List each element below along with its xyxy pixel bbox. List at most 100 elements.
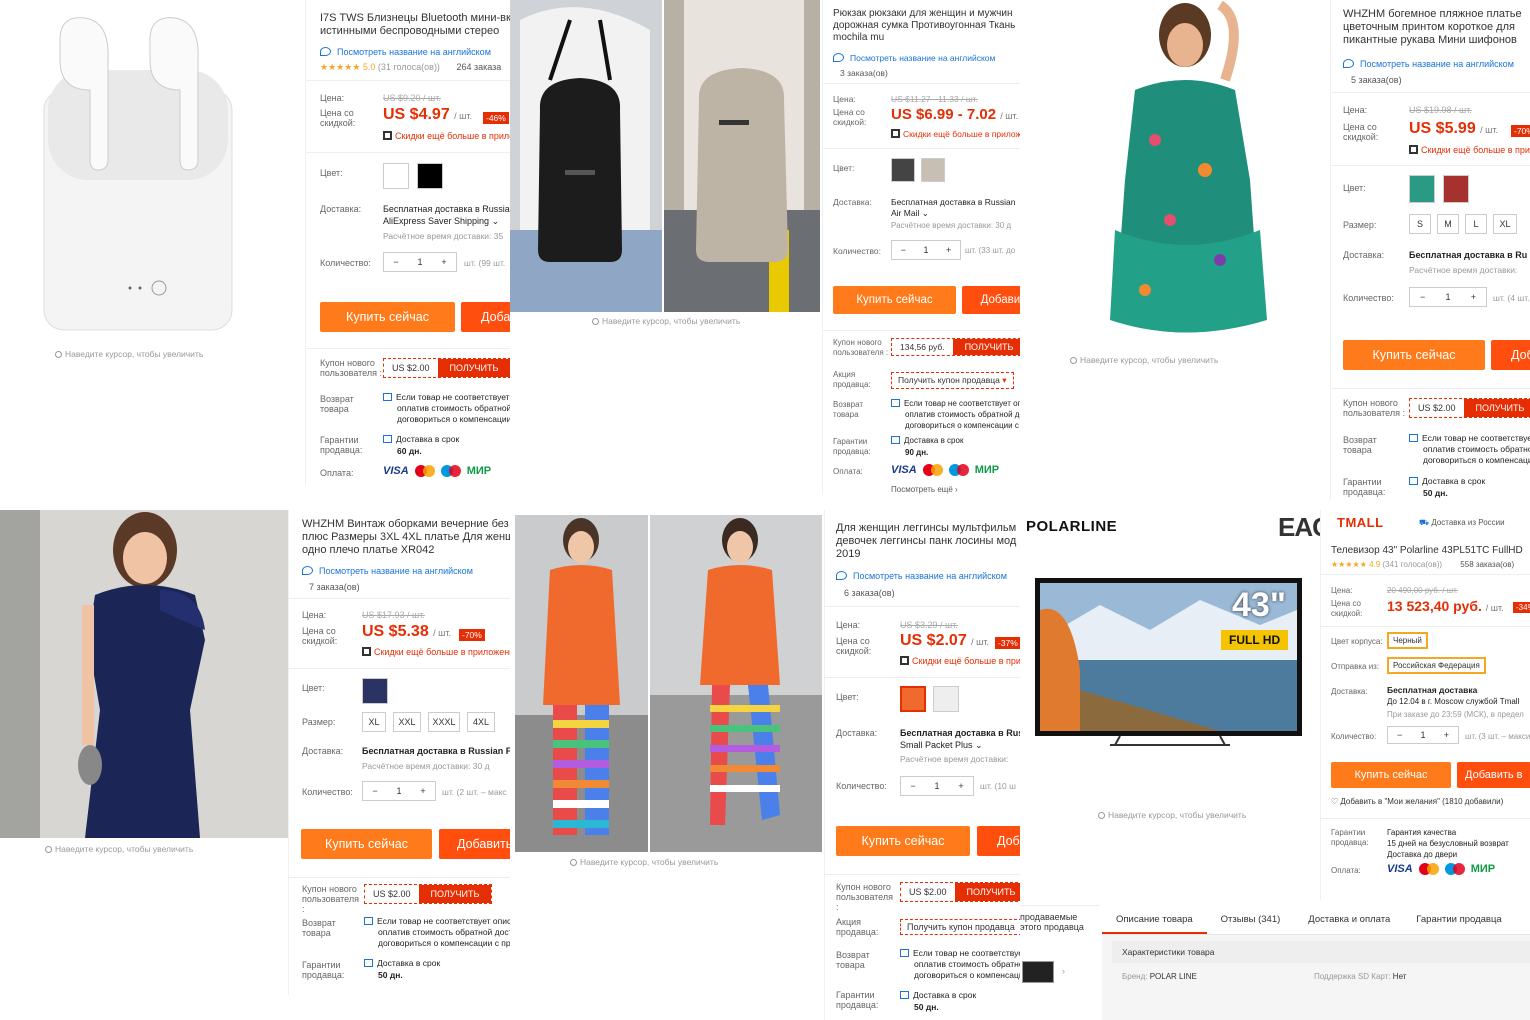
size-xxl[interactable]: XXL xyxy=(393,712,421,732)
get-coupon-button[interactable]: ПОЛУЧИТЬ xyxy=(437,359,510,377)
quantity-stepper[interactable]: −1 + xyxy=(1409,287,1487,307)
return-label: Возврат товара xyxy=(320,394,354,414)
add-to-cart-button[interactable]: Добавить xyxy=(461,302,510,332)
get-coupon-button[interactable]: ПОЛУЧИТЬ xyxy=(954,883,1020,901)
add-to-cart-button[interactable]: Добавить в xyxy=(1457,762,1530,788)
color-green[interactable] xyxy=(1409,175,1435,203)
plus-button[interactable]: + xyxy=(1461,292,1486,302)
buy-now-button[interactable]: Купить сейчас xyxy=(320,302,455,332)
quantity-stepper[interactable]: −1 + xyxy=(362,781,436,801)
size-l[interactable]: L xyxy=(1465,214,1487,234)
english-name-link[interactable]: Посмотреть название на английском xyxy=(836,570,1007,582)
quantity-stepper[interactable]: −1 + xyxy=(891,240,961,260)
size-xl[interactable]: XL xyxy=(1493,214,1517,234)
get-coupon-button[interactable]: ПОЛУЧИТЬ xyxy=(418,885,492,903)
price-label: Цена: xyxy=(320,93,345,103)
buy-now-button[interactable]: Купить сейчас xyxy=(836,826,970,856)
shipping-method[interactable]: Air Mail ⌄ xyxy=(891,208,929,219)
buy-now-button[interactable]: Купить сейчас xyxy=(833,286,956,314)
add-to-cart-button[interactable]: Добавить xyxy=(962,286,1020,314)
seller-coupon-dropdown[interactable]: Получить купон продавца xyxy=(900,919,1020,935)
tab-shipping[interactable]: Доставка и оплата xyxy=(1294,905,1404,934)
est-delivery: Расчётное время доставки: xyxy=(1409,265,1518,275)
color-white[interactable] xyxy=(383,163,409,189)
minus-button[interactable]: − xyxy=(384,257,408,267)
plus-button[interactable]: + xyxy=(937,245,960,255)
english-name-link[interactable]: Посмотреть название на английском xyxy=(833,52,995,64)
boho-dress-image[interactable] xyxy=(1045,0,1335,350)
backpack-image-black[interactable] xyxy=(510,0,662,312)
english-name-link[interactable]: Посмотреть название на английском xyxy=(1343,58,1514,70)
shipping-method[interactable]: AliExpress Saver Shipping ⌄ xyxy=(383,216,499,227)
quantity-stepper[interactable]: −1 + xyxy=(383,252,457,272)
quantity-stepper[interactable]: −1 + xyxy=(900,776,974,796)
tab-seller-guarantees[interactable]: Гарантии продавца xyxy=(1404,905,1513,934)
app-discount-link[interactable]: Скидки ещё больше в приложении xyxy=(1409,145,1530,155)
minus-button[interactable]: − xyxy=(892,245,915,255)
app-discount-link[interactable]: Скидки ещё больше в приложении xyxy=(900,656,1020,666)
color-white[interactable] xyxy=(933,686,959,712)
est-delivery: Расчётное время доставки: 30 д xyxy=(362,761,490,771)
coupon[interactable]: US $2.00 ПОЛУЧИТЬ xyxy=(900,882,1020,902)
tv-image[interactable]: POLARLINE EAC 43" FULL HD xyxy=(1020,510,1320,810)
show-more-link[interactable]: Посмотреть ещё › xyxy=(891,485,958,494)
coupon[interactable]: US $2.00 ПОЛУЧИТЬ xyxy=(1409,398,1530,418)
color-beige[interactable] xyxy=(921,158,945,182)
return-policy: Если товар не соответствует описанию, Вы… xyxy=(1409,433,1530,466)
app-discount-link[interactable]: Скидки ещё больше в приложении xyxy=(383,131,510,141)
coupon[interactable]: US $2.00 ПОЛУЧИТЬ xyxy=(383,358,510,378)
add-to-cart-button[interactable]: Добавить xyxy=(439,829,510,859)
size-s[interactable]: S xyxy=(1409,214,1431,234)
plus-button[interactable]: + xyxy=(949,781,973,791)
backpack-image-beige[interactable] xyxy=(664,0,820,312)
minus-button[interactable]: − xyxy=(1410,292,1435,302)
sale-price: US $5.38 / шт. xyxy=(362,623,452,640)
plus-button[interactable]: + xyxy=(1435,730,1458,740)
color-navy[interactable] xyxy=(362,678,388,704)
sale-price: US $5.99 / шт. xyxy=(1409,120,1499,137)
zoom-hint: Наведите курсор, чтобы увеличить xyxy=(1070,355,1218,365)
size-m[interactable]: M xyxy=(1437,214,1459,234)
seller-coupon-dropdown[interactable]: Получить купон продавца ▾ xyxy=(891,372,1014,389)
color-black[interactable] xyxy=(417,163,443,189)
size-4xl[interactable]: 4XL xyxy=(467,712,495,732)
get-coupon-button[interactable]: ПОЛУЧИТЬ xyxy=(1463,399,1530,417)
buy-now-button[interactable]: Купить сейчас xyxy=(1331,762,1451,788)
seller-item-thumb[interactable] xyxy=(1022,961,1054,983)
buy-now-button[interactable]: Купить сейчас xyxy=(301,829,432,859)
shipping-text: Бесплатная доставка в Russian Federation xyxy=(383,204,510,214)
plus-button[interactable]: + xyxy=(432,257,456,267)
app-discount-link[interactable]: Скидки ещё больше в приложении xyxy=(362,647,510,657)
color-red[interactable] xyxy=(1443,175,1469,203)
color-black[interactable] xyxy=(891,158,915,182)
buy-now-button[interactable]: Купить сейчас xyxy=(1343,340,1485,370)
shipping-method[interactable]: Small Packet Plus ⌄ xyxy=(900,740,983,751)
size-xxxl[interactable]: XXXL xyxy=(428,712,460,732)
earbuds-image[interactable] xyxy=(0,0,305,345)
leggings-image-1[interactable] xyxy=(515,515,648,852)
plus-button[interactable]: + xyxy=(411,786,435,796)
app-discount-link[interactable]: Скидки ещё больше в приложении xyxy=(891,129,1020,139)
color-orange[interactable] xyxy=(900,686,926,712)
coupon[interactable]: US $2.00 ПОЛУЧИТЬ xyxy=(364,884,493,904)
tab-reviews[interactable]: Отзывы (341) xyxy=(1207,905,1295,934)
quantity-stepper[interactable]: −1 + xyxy=(1387,726,1459,744)
minus-button[interactable]: − xyxy=(901,781,925,791)
navy-dress-image[interactable] xyxy=(0,510,288,838)
get-coupon-button[interactable]: ПОЛУЧИТЬ xyxy=(952,339,1020,355)
minus-button[interactable]: − xyxy=(1388,730,1411,740)
wishlist-link[interactable]: ♡ Добавить в "Мои желания" (1810 добавил… xyxy=(1331,797,1503,806)
add-to-cart-button[interactable]: Добавить xyxy=(1491,340,1530,370)
coupon[interactable]: 134,56 руб. ПОЛУЧИТЬ xyxy=(891,338,1020,356)
next-arrow-icon[interactable]: › xyxy=(1062,966,1065,976)
english-name-link[interactable]: Посмотреть название на английском xyxy=(320,46,491,58)
quantity-value: 1 xyxy=(417,257,423,267)
size-xl[interactable]: XL xyxy=(362,712,386,732)
add-to-cart-button[interactable]: Добавить xyxy=(977,826,1020,856)
body-color-option[interactable]: Черный xyxy=(1387,632,1428,649)
leggings-image-2[interactable] xyxy=(650,515,822,852)
english-name-link[interactable]: Посмотреть название на английском xyxy=(302,565,473,577)
minus-button[interactable]: − xyxy=(363,786,387,796)
ship-from-option[interactable]: Российская Федерация xyxy=(1387,657,1486,674)
tab-description[interactable]: Описание товара xyxy=(1102,905,1207,934)
